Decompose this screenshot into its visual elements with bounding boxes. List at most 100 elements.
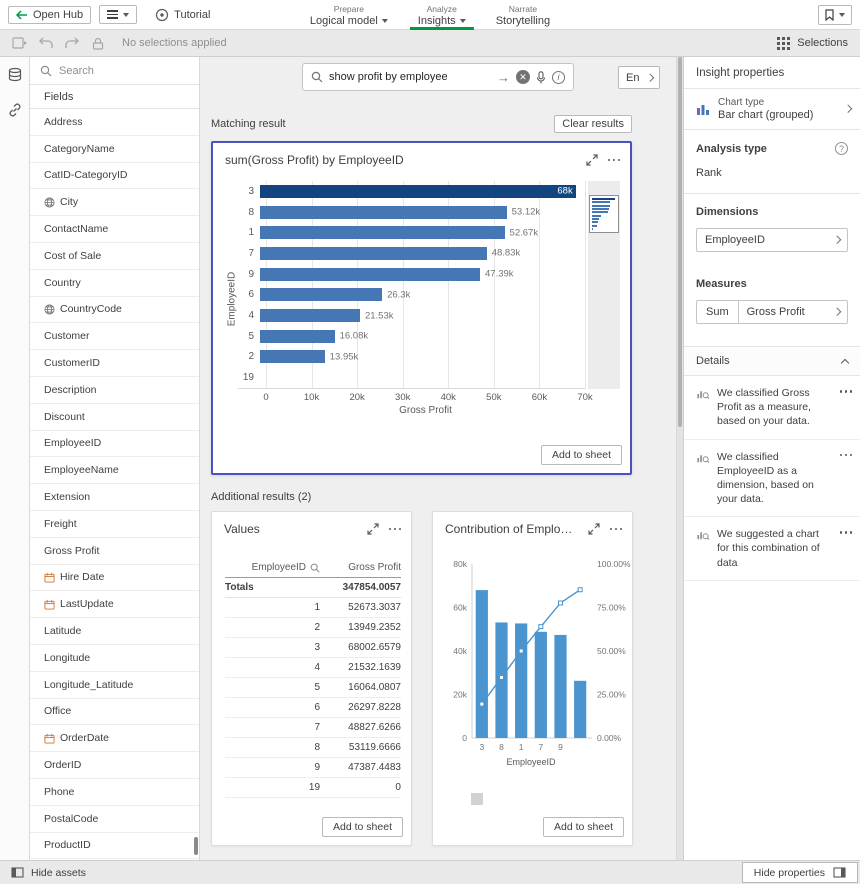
expand-icon[interactable] (586, 154, 598, 166)
link-icon[interactable] (7, 102, 23, 121)
more-menu-icon[interactable] (840, 386, 853, 397)
chart-type-row[interactable]: Chart type Bar chart (grouped) (684, 88, 860, 130)
search-icon[interactable] (310, 563, 320, 573)
insight-search-box[interactable]: → ✕ i (302, 63, 574, 91)
bar[interactable] (260, 206, 507, 219)
bookmark-button[interactable] (818, 5, 852, 25)
step-back-icon[interactable] (34, 33, 58, 53)
table-row[interactable]: 421532.1639 (225, 658, 401, 678)
bar[interactable] (260, 309, 360, 322)
bar[interactable] (260, 268, 480, 281)
field-item[interactable]: ProductID (30, 833, 199, 860)
field-item[interactable]: Hire Date (30, 565, 199, 592)
field-item[interactable]: EmployeeID (30, 431, 199, 458)
add-to-sheet-button[interactable]: Add to sheet (541, 445, 622, 465)
info-icon[interactable]: i (552, 71, 565, 84)
field-item[interactable]: Longitude_Latitude (30, 672, 199, 699)
field-item[interactable]: Customer (30, 323, 199, 350)
insight-search-input[interactable] (329, 71, 491, 83)
mini-chart-navigator[interactable] (589, 195, 619, 233)
table-row[interactable]: 152673.3037 (225, 598, 401, 618)
clear-search-icon[interactable]: ✕ (516, 70, 530, 84)
field-item[interactable]: Latitude (30, 618, 199, 645)
field-item[interactable]: CategoryName (30, 136, 199, 163)
open-hub-button[interactable]: Open Hub (8, 6, 91, 24)
table-row[interactable]: 516064.0807 (225, 678, 401, 698)
nav-prepare[interactable]: Prepare Logical model (302, 0, 396, 30)
svg-text:60k: 60k (453, 603, 467, 613)
more-menu-icon[interactable] (389, 524, 402, 535)
chart-scroll-band[interactable] (588, 181, 620, 389)
global-menu-button[interactable] (99, 5, 137, 24)
field-item[interactable]: OrderDate (30, 725, 199, 752)
hide-assets-button[interactable]: Hide assets (2, 861, 95, 884)
nav-narrate[interactable]: Narrate Storytelling (488, 0, 558, 30)
field-item[interactable]: CountryCode (30, 297, 199, 324)
submit-arrow-icon[interactable]: → (497, 70, 510, 85)
expand-icon[interactable] (588, 523, 600, 535)
details-header[interactable]: Details (684, 346, 860, 376)
bar[interactable] (260, 350, 325, 363)
field-item[interactable]: Gross Profit (30, 538, 199, 565)
field-item[interactable]: City (30, 189, 199, 216)
add-to-sheet-button[interactable]: Add to sheet (543, 817, 624, 837)
contribution-card[interactable]: Contribution of Employe... 020k40k60k80k… (432, 511, 633, 846)
table-row[interactable]: 190 (225, 778, 401, 798)
clear-selections-lock-icon[interactable] (86, 33, 110, 53)
values-card[interactable]: Values EmployeeID Gross Profit Totals (211, 511, 412, 846)
table-row[interactable]: 368002.6579 (225, 638, 401, 658)
bar[interactable] (260, 288, 382, 301)
table-row[interactable]: 748827.6266 (225, 718, 401, 738)
field-item[interactable]: Description (30, 377, 199, 404)
field-item[interactable]: Extension (30, 484, 199, 511)
hide-properties-button[interactable]: Hide properties (742, 862, 858, 883)
field-item[interactable]: Discount (30, 404, 199, 431)
field-item[interactable]: CustomerID (30, 350, 199, 377)
table-row[interactable]: 213949.2352 (225, 618, 401, 638)
add-to-sheet-button[interactable]: Add to sheet (322, 817, 403, 837)
help-icon[interactable]: ? (835, 142, 848, 155)
matching-result-card[interactable]: sum(Gross Profit) by EmployeeID Employee… (211, 141, 632, 475)
field-item[interactable]: ContactName (30, 216, 199, 243)
more-menu-icon[interactable] (608, 155, 621, 166)
nav-analyze[interactable]: Analyze Insights (410, 0, 474, 30)
bar[interactable] (260, 226, 505, 239)
main-scrollbar[interactable] (676, 57, 683, 860)
bar[interactable]: 68k (260, 185, 576, 198)
field-item[interactable]: OrderID (30, 752, 199, 779)
scrollbar-thumb[interactable] (194, 837, 198, 855)
fields-search[interactable]: Search (30, 57, 199, 85)
table-row[interactable]: 626297.8228 (225, 698, 401, 718)
field-item[interactable]: Phone (30, 779, 199, 806)
bar[interactable] (260, 330, 335, 343)
selections-panel-toggle[interactable]: Selections (777, 37, 852, 50)
field-item[interactable]: Longitude (30, 645, 199, 672)
sidebar-scrollbar[interactable] (193, 57, 198, 860)
field-item[interactable]: PostalCode (30, 806, 199, 833)
selections-tool-icon[interactable] (8, 33, 32, 53)
field-item[interactable]: LastUpdate (30, 591, 199, 618)
more-menu-icon[interactable] (840, 450, 853, 461)
bar[interactable] (260, 247, 487, 260)
field-item[interactable]: Office (30, 699, 199, 726)
more-menu-icon[interactable] (840, 527, 853, 538)
field-item[interactable]: EmployeeName (30, 457, 199, 484)
tutorial-link[interactable]: Tutorial (155, 8, 210, 22)
field-item[interactable]: CatID-CategoryID (30, 163, 199, 190)
more-menu-icon[interactable] (610, 524, 623, 535)
scrollbar-thumb[interactable] (678, 57, 682, 427)
field-item[interactable]: Address (30, 109, 199, 136)
data-assets-icon[interactable] (7, 67, 23, 86)
field-item[interactable]: Freight (30, 511, 199, 538)
language-button[interactable]: En (618, 66, 660, 89)
expand-icon[interactable] (367, 523, 379, 535)
table-row[interactable]: 853119.6666 (225, 738, 401, 758)
table-row[interactable]: 947387.4483 (225, 758, 401, 778)
dimension-button[interactable]: EmployeeID (696, 228, 848, 252)
measure-button[interactable]: Sum Gross Profit (696, 300, 848, 324)
step-forward-icon[interactable] (60, 33, 84, 53)
field-item[interactable]: Country (30, 270, 199, 297)
field-item[interactable]: Cost of Sale (30, 243, 199, 270)
clear-results-button[interactable]: Clear results (554, 115, 632, 133)
microphone-icon[interactable] (536, 71, 546, 84)
